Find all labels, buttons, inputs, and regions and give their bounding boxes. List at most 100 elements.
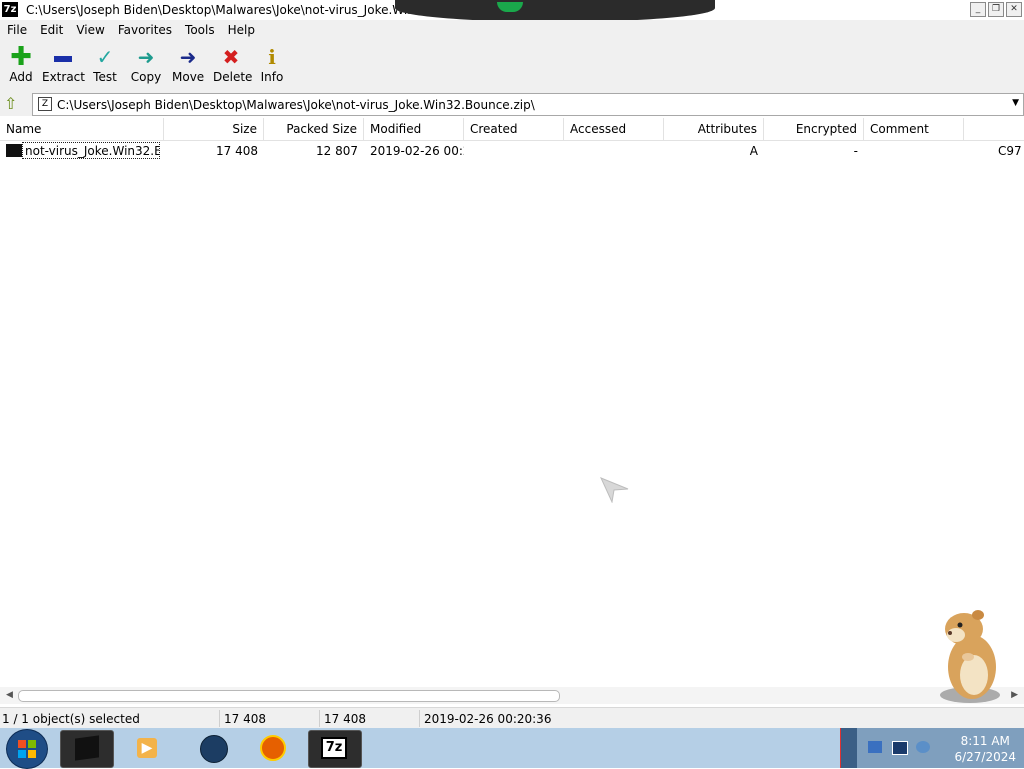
media-player-icon: ▶ — [137, 738, 157, 758]
monitor-icon[interactable] — [892, 741, 908, 755]
info-button[interactable]: i Info — [259, 44, 285, 84]
copy-label: Copy — [130, 70, 162, 84]
terminal-icon — [75, 735, 99, 761]
menu-bar: File Edit View Favorites Tools Help — [0, 20, 1024, 40]
status-size: 17 408 — [224, 712, 266, 726]
7zip-app-icon: 7z — [2, 2, 18, 17]
clock-date: 6/27/2024 — [954, 750, 1016, 764]
restore-button[interactable]: ❐ — [988, 2, 1004, 17]
mouse-cursor-icon — [600, 477, 629, 503]
file-created — [464, 141, 564, 161]
folder-up-icon[interactable]: ⇧ — [4, 95, 22, 113]
system-tray: ▲ 8:11 AM 6/27/2024 — [840, 728, 1024, 768]
taskbar-terminal[interactable] — [60, 730, 114, 768]
status-divider — [319, 710, 320, 727]
path-text: C:\Users\Joseph Biden\Desktop\Malwares\J… — [57, 98, 535, 112]
menu-help[interactable]: Help — [221, 20, 261, 40]
column-comment[interactable]: Comment — [864, 118, 964, 140]
status-divider — [419, 710, 420, 727]
status-modified: 2019-02-26 00:20:36 — [424, 712, 552, 726]
status-selection: 1 / 1 object(s) selected — [2, 712, 140, 726]
show-desktop-button[interactable] — [840, 728, 857, 768]
firefox-icon — [260, 735, 286, 761]
delete-x-icon: ✖ — [222, 45, 240, 69]
file-comment — [864, 141, 964, 161]
file-modified: 2019-02-26 00:20 — [370, 144, 464, 158]
info-label: Info — [260, 70, 284, 84]
copy-arrow-icon: ➜ — [137, 45, 155, 69]
taskbar-firefox[interactable] — [248, 730, 300, 766]
minus-icon — [42, 44, 84, 70]
overlay-green-shape — [497, 2, 523, 12]
table-row[interactable]: not-virus_Joke.Win32.B... 17 408 12 807 … — [0, 141, 1024, 161]
scrollbar-thumb[interactable] — [18, 690, 560, 702]
taskbar: ▶ 7z ▲ 8:11 AM 6/27/2024 — [0, 728, 1024, 769]
file-name: not-virus_Joke.Win32.B... — [22, 142, 160, 159]
status-divider — [219, 710, 220, 727]
menu-edit[interactable]: Edit — [33, 20, 69, 40]
clock[interactable]: 8:11 AM 6/27/2024 — [954, 733, 1016, 765]
status-bar: 1 / 1 object(s) selected 17 408 17 408 2… — [0, 707, 1024, 729]
file-size: 17 408 — [216, 144, 258, 158]
column-attributes[interactable]: Attributes — [664, 118, 764, 140]
add-button[interactable]: ✚ Add — [6, 44, 36, 84]
column-accessed[interactable]: Accessed — [564, 118, 664, 140]
delete-button[interactable]: ✖ Delete — [213, 44, 253, 84]
column-name[interactable]: Name — [0, 118, 164, 140]
zip-icon: Z — [38, 97, 52, 111]
copy-button[interactable]: ➜ Copy — [130, 44, 162, 84]
overlay-shape — [395, 0, 715, 22]
taskbar-globe[interactable] — [188, 730, 240, 766]
hamster-image — [940, 610, 1000, 703]
column-modified[interactable]: Modified — [364, 118, 464, 140]
add-label: Add — [9, 70, 33, 84]
minimize-button[interactable]: _ — [970, 2, 986, 17]
close-button[interactable]: ✕ — [1006, 2, 1022, 17]
move-label: Move — [172, 70, 205, 84]
chevron-down-icon[interactable]: ▼ — [1012, 98, 1019, 108]
file-crc: C97 — [998, 144, 1022, 158]
flag-icon[interactable] — [868, 741, 882, 753]
title-bar: 7z C:\Users\Joseph Biden\Desktop\Malware… — [0, 0, 1024, 22]
windows-logo-icon — [18, 740, 36, 758]
globe-icon — [200, 735, 228, 763]
plus-icon: ✚ — [10, 42, 32, 72]
file-accessed — [564, 141, 664, 161]
menu-view[interactable]: View — [69, 20, 110, 40]
column-created[interactable]: Created — [464, 118, 564, 140]
list-header: Name Size Packed Size Modified Created A… — [0, 118, 1024, 141]
file-list: not-virus_Joke.Win32.B... 17 408 12 807 … — [0, 141, 1024, 687]
info-icon: i — [268, 45, 276, 69]
scroll-right-icon[interactable]: ▶ — [1011, 690, 1018, 700]
start-button[interactable] — [6, 729, 48, 769]
address-bar: ⇧ Z C:\Users\Joseph Biden\Desktop\Malwar… — [0, 92, 1024, 116]
7zip-icon: 7z — [321, 737, 347, 759]
scroll-left-icon[interactable]: ◀ — [6, 690, 13, 700]
taskbar-7zip[interactable]: 7z — [308, 730, 362, 768]
clock-time: 8:11 AM — [960, 734, 1010, 748]
menu-file[interactable]: File — [0, 20, 33, 40]
file-encrypted: - — [853, 144, 858, 158]
extract-button[interactable]: Extract — [42, 44, 85, 84]
move-button[interactable]: ➜ Move — [172, 44, 204, 84]
check-arrow-icon: ✓ — [96, 45, 114, 69]
file-packed-size: 12 807 — [316, 144, 358, 158]
delete-label: Delete — [213, 70, 253, 84]
menu-favorites[interactable]: Favorites — [111, 20, 178, 40]
file-icon — [6, 144, 22, 157]
test-label: Test — [93, 70, 117, 84]
column-size[interactable]: Size — [164, 118, 264, 140]
horizontal-scrollbar[interactable]: ◀ ▶ — [0, 687, 1024, 704]
column-packed-size[interactable]: Packed Size — [264, 118, 364, 140]
column-encrypted[interactable]: Encrypted — [764, 118, 864, 140]
test-button[interactable]: ✓ Test — [90, 44, 120, 84]
file-attributes: A — [749, 144, 758, 158]
volume-icon[interactable] — [916, 741, 930, 753]
path-combobox[interactable]: Z C:\Users\Joseph Biden\Desktop\Malwares… — [32, 93, 1024, 116]
move-arrow-icon: ➜ — [179, 45, 197, 69]
taskbar-media-player[interactable]: ▶ — [122, 730, 174, 766]
menu-tools[interactable]: Tools — [178, 20, 221, 40]
extract-label: Extract — [42, 70, 85, 84]
toolbar: ✚ Add Extract ✓ Test ➜ Copy ➜ Move ✖ Del… — [0, 40, 1024, 93]
status-packed-size: 17 408 — [324, 712, 366, 726]
